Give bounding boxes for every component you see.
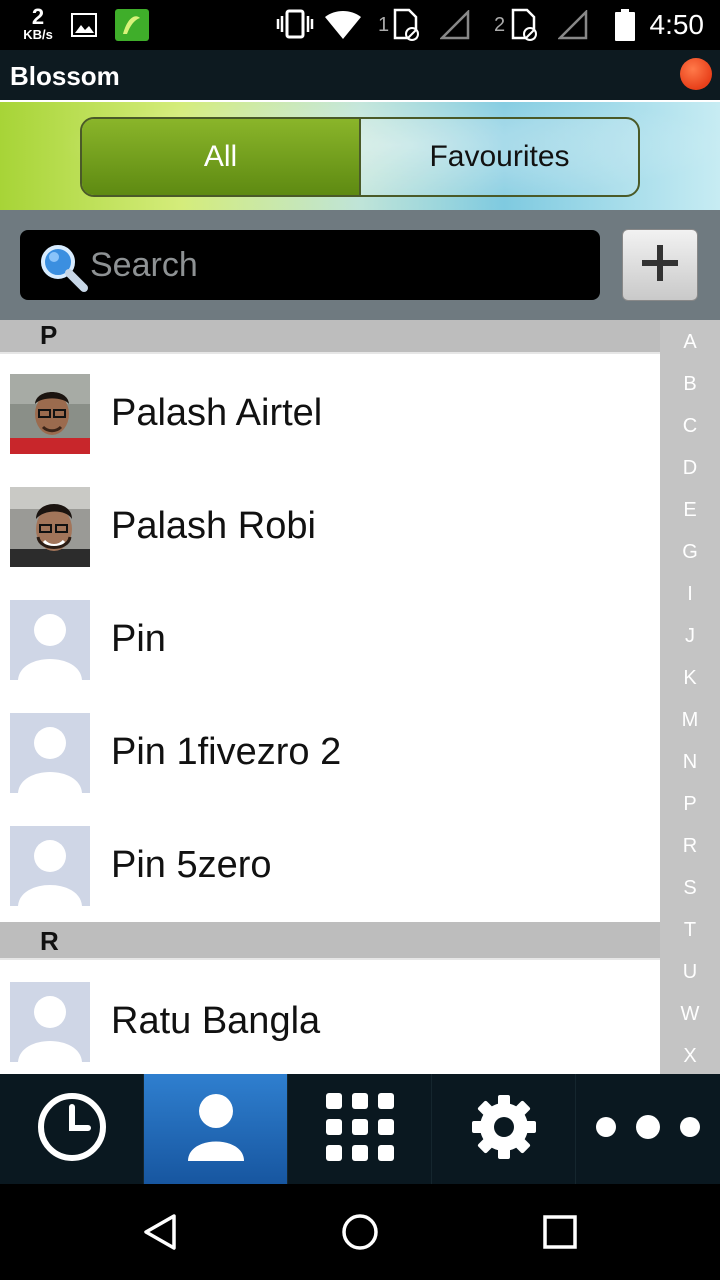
- sim1-card-icon: [392, 8, 422, 47]
- contact-row[interactable]: Pin 5zero: [0, 809, 660, 922]
- section-header-r: R: [0, 922, 720, 960]
- clock-icon: [36, 1091, 108, 1168]
- battery-icon: [614, 8, 636, 47]
- contact-row[interactable]: Palash Airtel: [0, 357, 660, 470]
- app-title-bar: Blossom: [0, 50, 720, 100]
- contact-row[interactable]: Pin 1fivezro 2: [0, 696, 660, 809]
- wifi-icon: [324, 10, 362, 45]
- alphabet-index[interactable]: A B C D E G I J K M N P R S T U W X: [660, 320, 720, 1074]
- alpha-index-letter[interactable]: R: [660, 835, 720, 858]
- tab-recents[interactable]: [0, 1074, 144, 1184]
- network-speed: 2 KB/s: [18, 4, 58, 42]
- more-dots-icon: [593, 1112, 703, 1147]
- default-avatar-icon: [10, 712, 90, 793]
- alpha-index-letter[interactable]: P: [660, 793, 720, 816]
- blossom-app-notification-icon: [114, 8, 150, 47]
- sim2-card-icon: [510, 8, 540, 47]
- contact-name: Palash Robi: [111, 505, 316, 547]
- tab-banner: All Favourites: [0, 100, 720, 210]
- contact-name: Pin 5zero: [111, 844, 272, 886]
- tab-more[interactable]: [576, 1074, 720, 1184]
- search-box[interactable]: [20, 230, 600, 300]
- contact-name: Pin 1fivezro 2: [111, 731, 342, 773]
- tab-favourites[interactable]: Favourites: [361, 119, 638, 195]
- dialpad-icon: [324, 1091, 396, 1168]
- section-header-p: P: [0, 320, 720, 354]
- contact-list[interactable]: P Palash Airtel Palash Robi Pin Pin 1fiv…: [0, 320, 720, 1074]
- signal-sim1-icon: [438, 8, 470, 45]
- clock-time: 4:50: [649, 9, 705, 40]
- network-speed-unit: KB/s: [23, 27, 53, 42]
- alpha-index-letter[interactable]: D: [660, 457, 720, 480]
- avatar-photo: [10, 373, 90, 454]
- bottom-tab-bar: [0, 1074, 720, 1184]
- contact-row[interactable]: Palash Robi: [0, 470, 660, 583]
- status-bar: 2 KB/s 1 2 4:50: [0, 0, 720, 50]
- default-avatar-icon: [10, 599, 90, 680]
- app-title: Blossom: [10, 61, 120, 91]
- alpha-index-letter[interactable]: K: [660, 667, 720, 690]
- add-contact-button[interactable]: [622, 229, 698, 301]
- signal-sim2-icon: [556, 8, 588, 45]
- tab-dialpad[interactable]: [288, 1074, 432, 1184]
- contacts-filter-tabs: All Favourites: [80, 117, 640, 197]
- alpha-index-letter[interactable]: U: [660, 961, 720, 984]
- person-icon: [186, 1091, 246, 1168]
- alpha-index-letter[interactable]: J: [660, 625, 720, 648]
- alpha-index-letter[interactable]: G: [660, 541, 720, 564]
- image-notification-icon: [70, 12, 98, 43]
- alpha-index-letter[interactable]: C: [660, 415, 720, 438]
- back-icon[interactable]: [140, 1212, 180, 1257]
- tab-settings[interactable]: [432, 1074, 576, 1184]
- alpha-index-letter[interactable]: W: [660, 1003, 720, 1026]
- alpha-index-letter[interactable]: B: [660, 373, 720, 396]
- home-icon[interactable]: [340, 1212, 380, 1257]
- contact-row[interactable]: Ratu Bangla: [0, 965, 660, 1074]
- alpha-index-letter[interactable]: N: [660, 751, 720, 774]
- contact-name: Ratu Bangla: [111, 1000, 321, 1042]
- tab-contacts[interactable]: [144, 1074, 288, 1184]
- plus-icon: [638, 241, 682, 290]
- avatar-photo: [10, 486, 90, 567]
- vibrate-icon: [276, 8, 314, 45]
- system-navigation-bar: [0, 1184, 720, 1280]
- network-speed-value: 2: [31, 4, 45, 29]
- search-row: [0, 210, 720, 320]
- contact-row[interactable]: Pin: [0, 583, 660, 696]
- gear-icon: [470, 1093, 538, 1166]
- default-avatar-icon: [10, 825, 90, 906]
- contact-name: Pin: [111, 618, 166, 660]
- contact-name: Palash Airtel: [111, 392, 323, 434]
- sim2-label: 2: [494, 14, 506, 36]
- search-icon: [38, 242, 90, 297]
- alpha-index-letter[interactable]: X: [660, 1045, 720, 1068]
- tab-all[interactable]: All: [82, 119, 361, 195]
- sim1-label: 1: [378, 14, 390, 36]
- alpha-index-letter[interactable]: T: [660, 919, 720, 942]
- presence-status-dot[interactable]: [680, 58, 712, 90]
- default-avatar-icon: [10, 981, 90, 1062]
- search-input[interactable]: [90, 230, 590, 300]
- alpha-index-letter[interactable]: E: [660, 499, 720, 522]
- alpha-index-letter[interactable]: I: [660, 583, 720, 606]
- alpha-index-letter[interactable]: A: [660, 331, 720, 354]
- alpha-index-letter[interactable]: S: [660, 877, 720, 900]
- alpha-index-letter[interactable]: M: [660, 709, 720, 732]
- recents-icon[interactable]: [542, 1212, 578, 1257]
